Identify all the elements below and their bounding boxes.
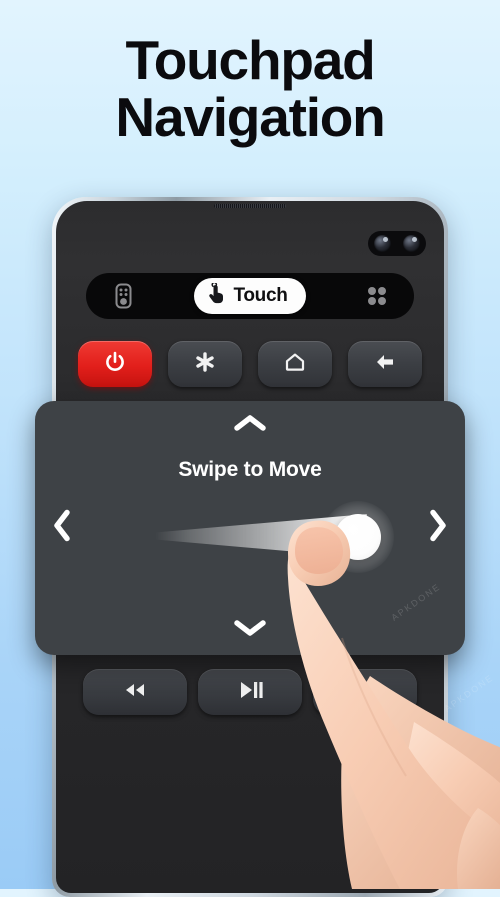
back-button[interactable] xyxy=(348,341,422,387)
mode-switcher-bar: Touch xyxy=(86,273,414,319)
power-icon xyxy=(103,350,127,379)
page-title-line-1: Touchpad xyxy=(125,29,375,91)
remote-icon[interactable] xyxy=(108,281,138,311)
touch-mode-pill[interactable]: Touch xyxy=(194,278,306,314)
back-arrow-icon xyxy=(373,350,397,379)
power-button[interactable] xyxy=(78,341,152,387)
camera-lens-icon xyxy=(374,235,391,252)
rewind-icon xyxy=(120,680,150,705)
camera-cutout xyxy=(368,231,426,256)
apps-grid-icon[interactable] xyxy=(362,281,392,311)
play-pause-icon xyxy=(235,679,265,706)
touchpad-instruction-label: Swipe to Move xyxy=(178,458,322,481)
home-icon xyxy=(283,350,307,379)
home-button[interactable] xyxy=(258,341,332,387)
chevron-up-icon[interactable] xyxy=(233,413,267,438)
touchpad-overlay-panel[interactable]: Swipe to Move APKDONE xyxy=(35,401,465,655)
earpiece-speaker xyxy=(214,204,286,208)
fast-forward-button[interactable] xyxy=(312,669,417,715)
page-title-line-2: Navigation xyxy=(115,86,385,149)
watermark: APKDONE xyxy=(442,672,496,714)
chevron-down-icon[interactable] xyxy=(233,618,267,643)
asterisk-icon xyxy=(193,350,217,379)
touch-mode-label: Touch xyxy=(233,285,288,306)
page-title: Touchpad Navigation xyxy=(0,29,500,149)
watermark: APKDONE xyxy=(389,581,443,623)
star-button[interactable] xyxy=(168,341,242,387)
hand-tap-icon xyxy=(207,281,226,310)
camera-lens-icon xyxy=(403,235,420,252)
fast-forward-icon xyxy=(350,680,380,705)
chevron-right-icon[interactable] xyxy=(428,509,448,548)
play-pause-button[interactable] xyxy=(197,669,302,715)
touch-point xyxy=(335,514,381,560)
chevron-left-icon[interactable] xyxy=(52,509,72,548)
primary-button-row xyxy=(78,341,422,387)
rewind-button[interactable] xyxy=(83,669,188,715)
